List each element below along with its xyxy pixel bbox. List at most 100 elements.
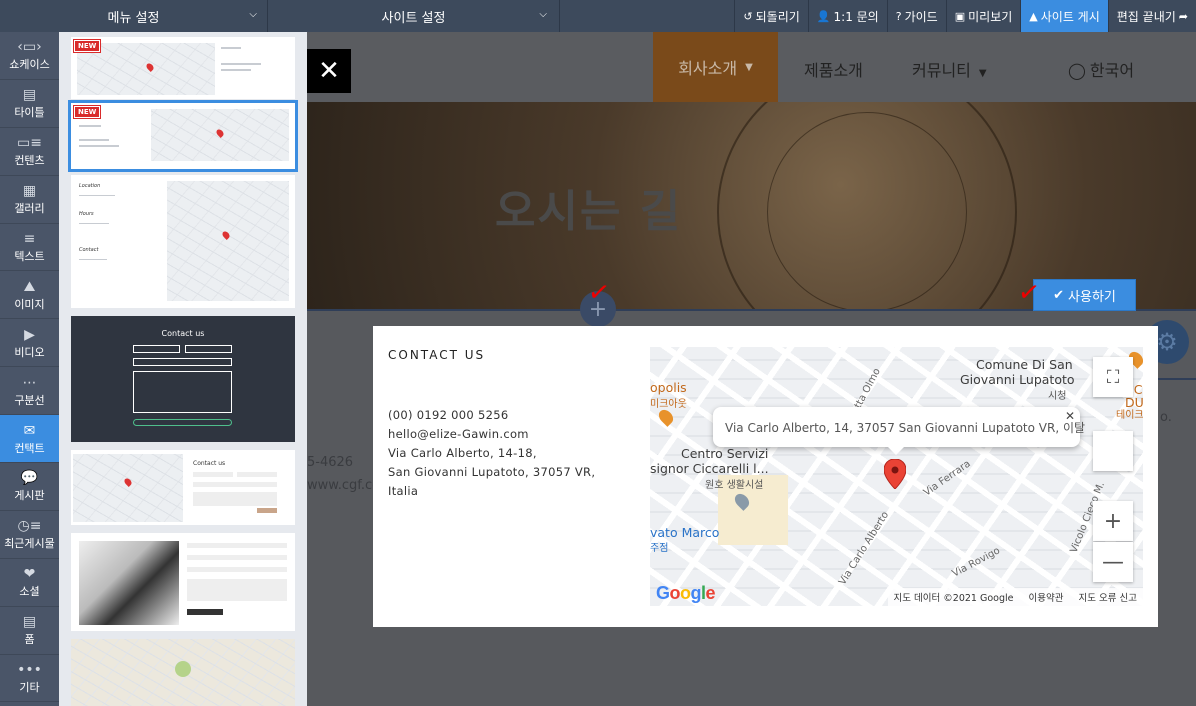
check-icon: ✔ (1053, 287, 1065, 303)
zoom-in-button[interactable]: + (1093, 501, 1133, 541)
sidebar-item-showcase[interactable]: ‹▭› 쇼케이스 (0, 32, 59, 80)
undo-button[interactable]: ↺ 되돌리기 (734, 0, 807, 32)
use-template-label: 사용하기 (1068, 289, 1116, 305)
sidebar-item-title[interactable]: ▤ 타이틀 (0, 80, 59, 128)
template-thumbnail[interactable]: NEW (71, 37, 295, 99)
sidebar-item-contact[interactable]: ✉ 컨택트 (0, 415, 59, 464)
sidebar-item-board[interactable]: 💬 게시판 (0, 463, 59, 511)
caret-down-icon: ▼ (978, 68, 987, 79)
nav-item-community: 커뮤니티 ▼ (912, 57, 987, 81)
menu-settings-dropdown[interactable]: 메뉴 설정 ⌵ (0, 0, 268, 32)
publish-button[interactable]: ▲ 사이트 게시 (1020, 0, 1108, 32)
template-thumbnail[interactable] (71, 639, 295, 706)
map-thumbnail (167, 181, 289, 301)
template-thumbnail[interactable] (71, 533, 295, 631)
sidebar-item-recent-posts[interactable]: ◷≡ 최근게시물 (0, 511, 59, 559)
nav-item-products: 제품소개 (804, 61, 863, 80)
terms-link[interactable]: 이용약관 (1029, 593, 1064, 604)
sidebar-item-form[interactable]: ▤ 폼 (0, 607, 59, 655)
sidebar-item-divider[interactable]: ⋯ 구분선 (0, 367, 59, 416)
template-thumbnail[interactable]: Location Hours Contact (71, 175, 295, 308)
street-view-button[interactable] (1093, 431, 1133, 471)
use-template-button[interactable]: ✔ 사용하기 (1033, 279, 1136, 311)
section-divider (1157, 378, 1196, 380)
sidebar-item-gallery[interactable]: ▦ 갤러리 (0, 176, 59, 224)
block-type-sidebar: ‹▭› 쇼케이스 ▤ 타이틀 ▭≡ 컨텐츠 ▦ 갤러리 ≡ 텍스트 ⛰ 이미지 ▶ 비디오 ⋯… (0, 32, 59, 706)
sidebar-item-image[interactable]: ⛰ 이미지 (0, 271, 59, 320)
preview-button[interactable]: ▣ 미리보기 (945, 0, 1021, 32)
template-label: Location (79, 183, 101, 189)
sidebar-item-social[interactable]: ❤ 소셜 (0, 559, 59, 607)
video-icon: ▶ (24, 326, 35, 343)
sidebar-item-more[interactable]: ••• 기타 (0, 655, 59, 703)
form-field (193, 482, 277, 487)
map-area-marker (175, 661, 191, 677)
background-phone-text: 5-4626 (307, 455, 354, 470)
finish-edit-button[interactable]: 편집 끝내기 ➦ (1107, 0, 1196, 32)
new-badge: NEW (72, 105, 102, 119)
map-label-centro: Centro Servizi (681, 446, 769, 461)
compass-decoration (767, 112, 967, 309)
site-settings-label: 사이트 설정 (381, 10, 446, 26)
template-thumbnail-selected[interactable]: NEW (68, 100, 298, 172)
zoom-out-button[interactable]: — (1093, 542, 1133, 582)
contact-address-line: Italia (388, 484, 419, 498)
menu-settings-label: 메뉴 설정 (107, 10, 160, 26)
map-label-marco: vato Marco (650, 525, 720, 540)
site-settings-dropdown[interactable]: 사이트 설정 ⌵ (268, 0, 560, 32)
share-icon: ➦ (1178, 9, 1188, 23)
sidebar-item-label: 갤러리 (14, 202, 45, 216)
recent-posts-icon: ◷≡ (17, 518, 42, 535)
guide-label: 가이드 (904, 9, 938, 24)
form-field (187, 543, 287, 548)
globe-icon: ◯ (1068, 61, 1086, 80)
caret-down-icon: ▼ (745, 61, 753, 73)
nav-item-company: 회사소개 ▼ (653, 32, 778, 102)
image-icon: ⛰ (23, 278, 36, 295)
close-icon: ✕ (318, 56, 340, 86)
text-line (79, 259, 107, 260)
close-button[interactable]: ✕ (307, 49, 351, 93)
map-label-metropolis-kr: 미크아웃 (650, 399, 687, 410)
map-label-centro2: signor Ciccarelli l... (650, 461, 769, 476)
text-line (221, 63, 261, 65)
upload-icon: ▲ (1029, 9, 1038, 23)
fullscreen-button[interactable]: ⛶ (1093, 357, 1133, 397)
annotation-checkmark: ✓ (1016, 276, 1042, 310)
sidebar-item-video[interactable]: ▶ 비디오 (0, 319, 59, 368)
contact-title: CONTACT US (388, 348, 486, 362)
nav-label: 커뮤니티 (912, 61, 971, 80)
contact-phone: (00) 0192 000 5256 (388, 408, 509, 422)
google-map[interactable]: Comune Di San Giovanni Lupatoto 시청 opoli… (650, 347, 1143, 606)
text-line (79, 195, 115, 196)
gallery-icon: ▦ (22, 183, 37, 200)
inquiry-button[interactable]: 👤 1:1 문의 (807, 0, 887, 32)
sidebar-item-label: 기타 (19, 681, 40, 695)
text-line (79, 139, 109, 141)
map-label-dul-kr: 테이크 (1116, 410, 1143, 421)
template-preview-card: CONTACT US (00) 0192 000 5256 hello@eliz… (373, 326, 1158, 627)
social-icon: ❤ (23, 566, 36, 583)
form-textarea (133, 371, 232, 413)
text-line (221, 69, 251, 71)
template-thumbnail[interactable]: Contact us (71, 450, 295, 525)
map-marker-icon[interactable] (884, 459, 906, 489)
minus-icon: — (1102, 549, 1124, 575)
report-error-link[interactable]: 지도 오류 신고 (1079, 593, 1137, 604)
template-thumbnail[interactable]: Contact us (71, 316, 295, 442)
form-textarea (187, 579, 287, 601)
contact-email: hello@elize-Gawin.com (388, 427, 529, 441)
sidebar-item-label: 컨텐츠 (14, 154, 45, 168)
text-line (79, 125, 101, 127)
user-icon: 👤 (816, 9, 831, 23)
close-icon[interactable]: ✕ (1065, 409, 1075, 423)
undo-label: 되돌리기 (755, 9, 800, 24)
contact-address-line: Via Carlo Alberto, 14-18, (388, 446, 537, 460)
form-field (237, 472, 277, 477)
guide-button[interactable]: ? 가이드 (886, 0, 946, 32)
sidebar-item-text[interactable]: ≡ 텍스트 (0, 224, 59, 272)
monitor-icon: ▣ (954, 9, 966, 23)
sidebar-item-label: 쇼케이스 (9, 58, 50, 72)
sidebar-item-content[interactable]: ▭≡ 컨텐츠 (0, 128, 59, 176)
map-label-marco-kr: 주점 (650, 543, 669, 554)
